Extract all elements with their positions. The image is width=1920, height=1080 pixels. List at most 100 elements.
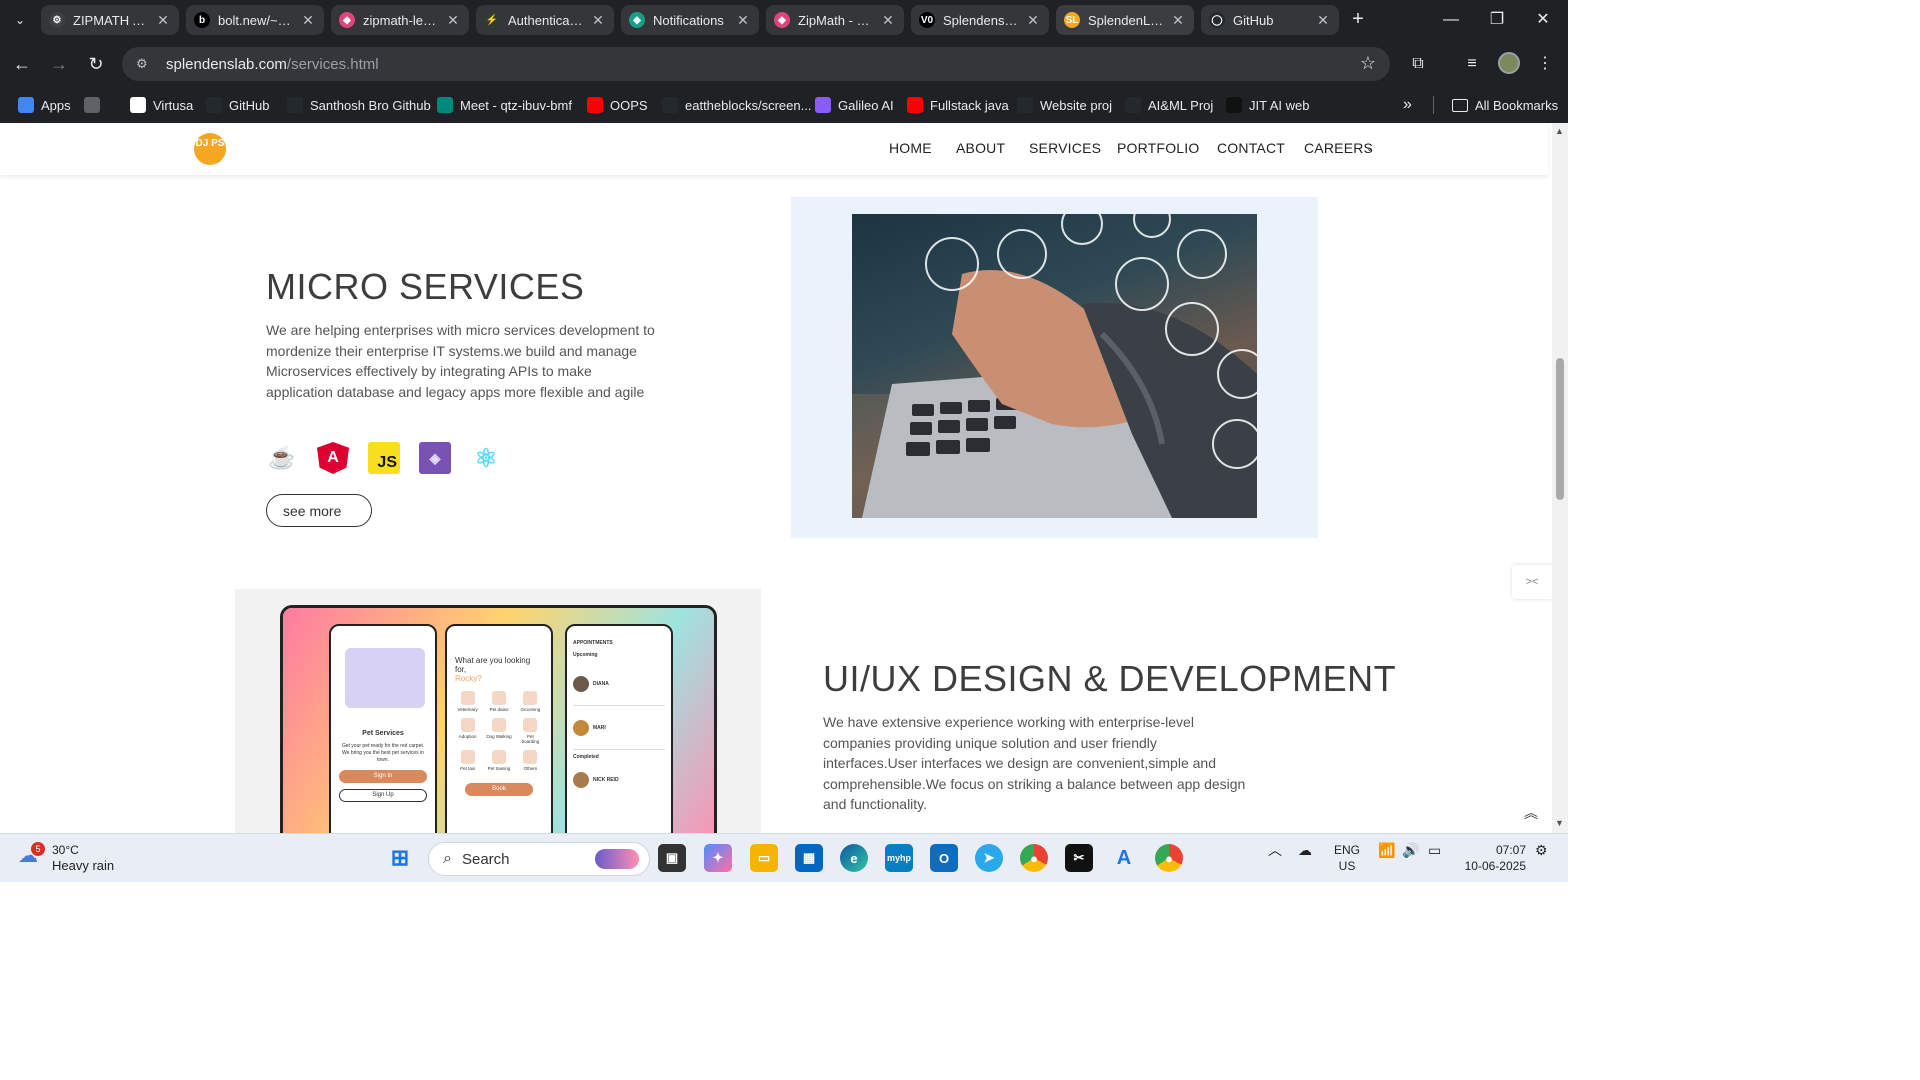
bootstrap-icon: ◈ <box>419 442 451 474</box>
browser-tab[interactable]: ◆ ZipMath - Lea ✕ <box>766 5 904 35</box>
bookmark-favicon-icon <box>206 97 222 113</box>
minimize-icon[interactable]: — <box>1428 8 1474 32</box>
tab-close-icon[interactable]: ✕ <box>1170 12 1186 29</box>
capcut-icon[interactable]: ✂ <box>1065 844 1093 872</box>
app-a-icon[interactable]: A <box>1110 844 1138 872</box>
tab-close-icon[interactable]: ✕ <box>1025 12 1041 29</box>
windows-taskbar: ☁ 5 30°C Heavy rain ⊞ ⌕ Search ▣ ✦ ▭ ▦ e … <box>0 833 1568 882</box>
side-widget-icon[interactable]: >< <box>1512 565 1552 599</box>
nav-services[interactable]: SERVICES <box>1029 140 1101 156</box>
tray-overflow-icon[interactable]: ︿ <box>1268 842 1282 858</box>
extensions-icon[interactable]: ⧉ <box>1406 52 1430 76</box>
bookmark-item[interactable]: Galileo AI <box>815 94 894 116</box>
address-bar[interactable]: ⚙ splendenslab.com/services.html ☆ <box>122 47 1390 81</box>
notifications-icon[interactable]: ⚙ <box>1535 842 1548 858</box>
onedrive-icon[interactable]: ☁ <box>1298 842 1312 858</box>
reload-icon[interactable]: ↻ <box>84 52 108 76</box>
tab-label: bolt.new/~/sb <box>218 12 294 28</box>
site-header: DJ PS HOME ABOUT SERVICES PORTFOLIO CONT… <box>0 123 1548 175</box>
mock-category: Grooming <box>518 691 543 712</box>
category-icon <box>523 691 538 705</box>
url-host: splendenslab.com <box>166 55 287 73</box>
bookmark-item[interactable]: Apps <box>18 94 71 116</box>
browser-menu-icon[interactable]: ⋮ <box>1533 52 1557 76</box>
battery-icon[interactable]: ▭ <box>1428 842 1441 858</box>
bookmark-item[interactable]: AI&ML Proj <box>1125 94 1213 116</box>
tab-close-icon[interactable]: ✕ <box>445 12 461 29</box>
new-tab-button[interactable]: + <box>1346 8 1370 32</box>
language-indicator[interactable]: ENG US <box>1334 842 1360 874</box>
bookmark-item[interactable]: Website proj <box>1017 94 1112 116</box>
tab-close-icon[interactable]: ✕ <box>155 12 171 29</box>
bookmark-item[interactable]: Santhosh Bro Github <box>287 94 431 116</box>
scroll-down-icon[interactable]: ▼ <box>1555 818 1564 828</box>
copilot-icon[interactable]: ✦ <box>704 844 732 872</box>
tab-label: GitHub <box>1233 12 1274 28</box>
page-scrollbar[interactable]: ▲ ▼ <box>1552 123 1568 833</box>
site-info-icon[interactable]: ⚙ <box>136 56 156 72</box>
taskbar-search[interactable]: ⌕ Search <box>428 842 650 876</box>
volume-icon[interactable]: 🔊 <box>1402 842 1419 858</box>
nav-about[interactable]: ABOUT <box>956 140 1005 156</box>
myhp-icon[interactable]: myhp <box>885 844 913 872</box>
chrome-icon[interactable]: ● <box>1155 844 1183 872</box>
windows-start-icon[interactable]: ⊞ <box>386 844 414 872</box>
tab-close-icon[interactable]: ✕ <box>735 12 751 29</box>
more-bookmarks-icon[interactable]: » <box>1403 94 1412 116</box>
site-logo[interactable]: DJ PS <box>194 133 226 165</box>
browser-tab[interactable]: V0 Splendenslab ✕ <box>911 5 1049 35</box>
browser-tab[interactable]: ◆ Notifications ✕ <box>621 5 759 35</box>
browser-tab[interactable]: SL SplendenLab ✕ <box>1056 5 1194 35</box>
tab-close-icon[interactable]: ✕ <box>1315 12 1331 29</box>
edge-icon[interactable]: e <box>840 844 868 872</box>
forward-icon[interactable]: → <box>47 52 71 76</box>
tab-close-icon[interactable]: ✕ <box>300 12 316 29</box>
restore-icon[interactable]: ❐ <box>1474 8 1520 32</box>
tab-close-icon[interactable]: ✕ <box>880 12 896 29</box>
mock1-body: Get your pet ready for the red carpet. W… <box>341 743 425 763</box>
nav-portfolio[interactable]: PORTFOLIO <box>1117 140 1199 156</box>
nav-home[interactable]: HOME <box>889 140 932 156</box>
clock[interactable]: 07:07 10-06-2025 <box>1460 842 1526 874</box>
ms-store-icon[interactable]: ▦ <box>795 844 823 872</box>
bookmark-item[interactable]: eattheblocks/screen... <box>662 94 811 116</box>
browser-tab[interactable]: ◆ zipmath-learn ✕ <box>331 5 469 35</box>
bookmark-item[interactable]: JIT AI web <box>1226 94 1309 116</box>
scrollbar-thumb[interactable] <box>1556 358 1564 500</box>
chrome-profile-icon[interactable]: ● <box>1020 844 1048 872</box>
nav-careers[interactable]: CAREERS <box>1304 140 1373 156</box>
bookmark-item[interactable]: Virtusa <box>130 94 193 116</box>
bookmark-item[interactable]: GitHub <box>206 94 269 116</box>
weather-widget[interactable]: ☁ 5 30°C Heavy rain <box>18 842 114 874</box>
wifi-icon[interactable]: 📶 <box>1378 842 1395 858</box>
browser-tab[interactable]: ⚡ Authentication ✕ <box>476 5 614 35</box>
bookmark-item[interactable]: OOPS <box>587 94 648 116</box>
nav-contact[interactable]: CONTACT <box>1217 140 1285 156</box>
bookmark-star-icon[interactable]: ☆ <box>1360 53 1376 74</box>
bookmark-item[interactable]: Fullstack java <box>907 94 1009 116</box>
profile-avatar[interactable] <box>1497 52 1521 76</box>
bookmark-item[interactable]: Meet - qtz-ibuv-bmf <box>437 94 572 116</box>
outlook-icon[interactable]: O <box>930 844 958 872</box>
file-explorer-icon[interactable]: ▭ <box>750 844 778 872</box>
careers-chevron-icon[interactable]: ⌄ <box>1366 143 1374 154</box>
browser-tab[interactable]: ⚙ ZIPMATH App ✕ <box>41 5 179 35</box>
bookmark-item[interactable] <box>84 94 107 116</box>
browser-tab[interactable]: b bolt.new/~/sb ✕ <box>186 5 324 35</box>
back-to-top-icon[interactable]: ︽ <box>1524 803 1538 823</box>
telegram-icon[interactable]: ➤ <box>975 844 1003 872</box>
mock-category: Dog Walking <box>486 718 512 744</box>
tab-close-icon[interactable]: ✕ <box>590 12 606 29</box>
see-more-button[interactable]: see more <box>266 494 372 527</box>
close-window-icon[interactable]: ✕ <box>1520 8 1566 32</box>
javascript-icon: JS <box>368 442 400 474</box>
browser-tab[interactable]: ◯ GitHub ✕ <box>1201 5 1339 35</box>
task-view-icon[interactable]: ▣ <box>658 844 686 872</box>
media-control-icon[interactable]: ≡ <box>1460 52 1484 76</box>
tab-label: SplendenLab <box>1088 12 1164 28</box>
uiux-title: UI/UX DESIGN & DEVELOPMENT <box>823 658 1397 699</box>
back-icon[interactable]: ← <box>10 52 34 76</box>
all-bookmarks-button[interactable]: All Bookmarks <box>1452 94 1558 116</box>
scroll-up-icon[interactable]: ▲ <box>1555 126 1564 136</box>
tab-search-icon[interactable]: ⌄ <box>10 10 30 30</box>
